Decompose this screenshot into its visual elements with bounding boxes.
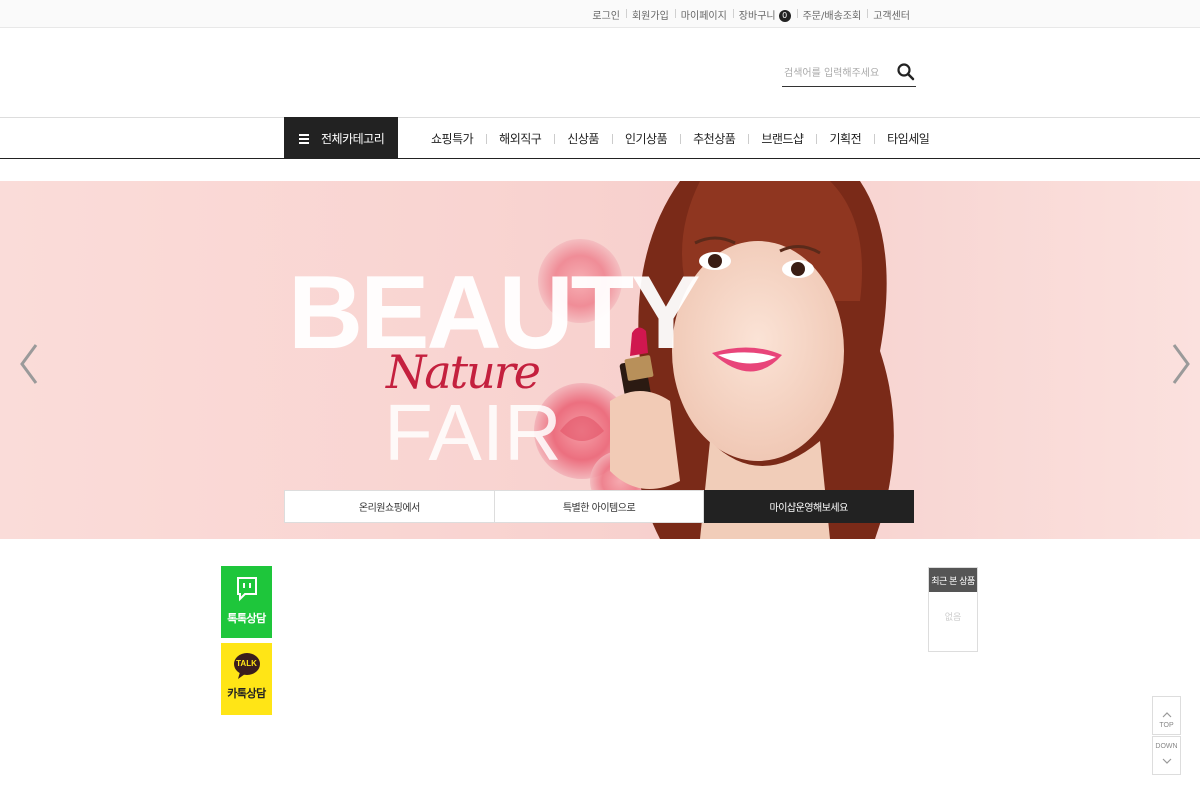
nav-item-popular[interactable]: 인기상품 xyxy=(611,130,680,147)
all-category-button[interactable]: 전체카테고리 xyxy=(284,117,398,159)
search-bar xyxy=(782,60,916,87)
banner-next-arrow[interactable] xyxy=(1168,341,1194,387)
recent-products-title: 최근 본 상품 xyxy=(929,568,977,592)
cart-count-badge: 0 xyxy=(778,9,791,22)
kakaotalk-icon: TALK xyxy=(232,651,262,681)
menu-icon xyxy=(299,133,309,144)
nav-menu: 쇼핑특가 해외직구 신상품 인기상품 추천상품 브랜드샵 기획전 타임세일 xyxy=(418,118,942,158)
banner-subheadline: FAIR xyxy=(384,388,562,477)
all-category-label: 전체카테고리 xyxy=(321,131,385,146)
banner-tab-3[interactable]: 마이샵운영해보세요 xyxy=(704,490,915,523)
talktalk-icon xyxy=(236,576,258,606)
search-input[interactable] xyxy=(784,64,892,82)
order-tracking-link[interactable]: 주문/배송조회 xyxy=(796,7,868,22)
banner-tab-1[interactable]: 온리원쇼핑에서 xyxy=(284,490,495,523)
mypage-link[interactable]: 마이페이지 xyxy=(674,7,733,22)
main-banner[interactable]: BEAUTY Nature FAIR 온리원쇼핑에서 특별한 아이템으로 마이샵… xyxy=(0,181,1200,539)
cart-label: 장바구니 xyxy=(738,10,776,22)
nav-item-time-sale[interactable]: 타임세일 xyxy=(874,130,942,147)
nav-item-recommended[interactable]: 추천상품 xyxy=(680,130,748,147)
kakaotalk-chat-button[interactable]: TALK 카톡상담 xyxy=(221,643,272,715)
nav-item-special[interactable]: 쇼핑특가 xyxy=(418,130,486,147)
recent-products-empty: 없음 xyxy=(944,613,962,623)
talktalk-chat-button[interactable]: 톡톡상담 xyxy=(221,566,272,638)
login-link[interactable]: 로그인 xyxy=(586,7,626,22)
main-nav: 전체카테고리 쇼핑특가 해외직구 신상품 인기상품 추천상품 브랜드샵 기획전 … xyxy=(0,117,1200,159)
scroll-down-button[interactable]: DOWN xyxy=(1152,736,1181,775)
scroll-down-label: DOWN xyxy=(1155,742,1178,750)
nav-item-new[interactable]: 신상품 xyxy=(554,130,612,147)
kakaotalk-bubble-text: TALK xyxy=(236,659,257,668)
customer-center-link[interactable]: 고객센터 xyxy=(867,7,916,22)
banner-tabs: 온리원쇼핑에서 특별한 아이템으로 마이샵운영해보세요 xyxy=(284,490,915,523)
chevron-up-icon xyxy=(1162,703,1172,722)
nav-item-overseas[interactable]: 해외직구 xyxy=(486,130,554,147)
kakaotalk-label: 카톡상담 xyxy=(227,687,266,700)
scroll-top-button[interactable]: TOP xyxy=(1152,696,1181,735)
recent-products-panel: 최근 본 상품 없음 xyxy=(928,567,978,652)
nav-item-exhibition[interactable]: 기획전 xyxy=(816,130,874,147)
top-utility-bar: 로그인 회원가입 마이페이지 장바구니 0 주문/배송조회 고객센터 xyxy=(0,0,1200,28)
scroll-top-label: TOP xyxy=(1159,721,1174,729)
cart-link[interactable]: 장바구니 0 xyxy=(732,7,797,22)
banner-tab-2[interactable]: 특별한 아이템으로 xyxy=(494,490,705,523)
signup-link[interactable]: 회원가입 xyxy=(625,7,675,22)
talktalk-label: 톡톡상담 xyxy=(227,612,266,625)
top-links: 로그인 회원가입 마이페이지 장바구니 0 주문/배송조회 고객센터 xyxy=(586,0,916,28)
nav-item-brand-shop[interactable]: 브랜드샵 xyxy=(748,130,816,147)
search-icon[interactable] xyxy=(896,62,916,82)
banner-prev-arrow[interactable] xyxy=(16,341,42,387)
chevron-down-icon xyxy=(1162,750,1172,769)
